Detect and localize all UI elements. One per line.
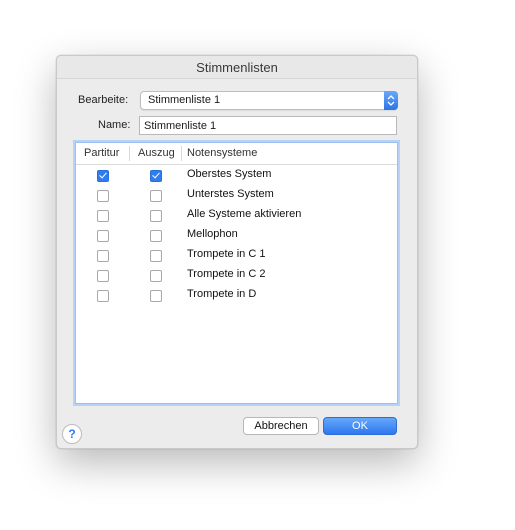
partitur-checkbox[interactable] — [97, 210, 109, 222]
table-row[interactable]: Trompete in C 2 — [76, 265, 397, 285]
table-row[interactable]: Alle Systeme aktivieren — [76, 205, 397, 225]
up-down-arrows-icon — [384, 91, 398, 110]
column-header-auszug[interactable]: Auszug — [138, 147, 175, 159]
auszug-checkbox[interactable] — [150, 270, 162, 282]
partitur-checkbox[interactable] — [97, 170, 109, 182]
staff-name: Alle Systeme aktivieren — [187, 208, 302, 220]
name-label: Name: — [98, 119, 131, 131]
staff-name: Unterstes System — [187, 188, 274, 200]
auszug-checkbox[interactable] — [150, 230, 162, 242]
edit-label: Bearbeite: — [78, 94, 129, 106]
staff-name: Trompete in C 1 — [187, 248, 266, 260]
table-row[interactable]: Trompete in D — [76, 285, 397, 305]
auszug-checkbox[interactable] — [150, 290, 162, 302]
help-button[interactable]: ? — [62, 424, 82, 444]
table-row[interactable]: Oberstes System — [76, 165, 397, 185]
ok-button[interactable]: OK — [323, 417, 397, 435]
column-header-partitur[interactable]: Partitur — [84, 147, 119, 159]
column-divider[interactable] — [129, 146, 130, 161]
auszug-checkbox[interactable] — [150, 210, 162, 222]
name-field-container — [139, 116, 397, 135]
table-row[interactable]: Unterstes System — [76, 185, 397, 205]
staff-name: Trompete in D — [187, 288, 257, 300]
staff-name: Mellophon — [187, 228, 238, 240]
help-icon: ? — [68, 427, 76, 441]
partitur-checkbox[interactable] — [97, 270, 109, 282]
stimmenlisten-dialog: Stimmenlisten Bearbeite: Stimmenliste 1 … — [56, 55, 418, 449]
partitur-checkbox[interactable] — [97, 230, 109, 242]
table-row[interactable]: Mellophon — [76, 225, 397, 245]
staff-name: Oberstes System — [187, 168, 272, 180]
staff-name: Trompete in C 2 — [187, 268, 266, 280]
name-field[interactable] — [140, 117, 390, 133]
table-header: Partitur Auszug Notensysteme — [76, 143, 397, 165]
table-row[interactable]: Trompete in C 1 — [76, 245, 397, 265]
auszug-checkbox[interactable] — [150, 250, 162, 262]
partitur-checkbox[interactable] — [97, 250, 109, 262]
window-title: Stimmenlisten — [57, 56, 417, 79]
column-divider[interactable] — [181, 146, 182, 161]
part-list-popup-value: Stimmenliste 1 — [148, 94, 221, 106]
auszug-checkbox[interactable] — [150, 190, 162, 202]
cancel-button[interactable]: Abbrechen — [243, 417, 319, 435]
column-header-notensysteme[interactable]: Notensysteme — [187, 147, 257, 159]
part-list-popup[interactable]: Stimmenliste 1 — [140, 91, 398, 110]
auszug-checkbox[interactable] — [150, 170, 162, 182]
partitur-checkbox[interactable] — [97, 190, 109, 202]
staves-table: Partitur Auszug Notensysteme Oberstes Sy… — [75, 142, 398, 404]
partitur-checkbox[interactable] — [97, 290, 109, 302]
